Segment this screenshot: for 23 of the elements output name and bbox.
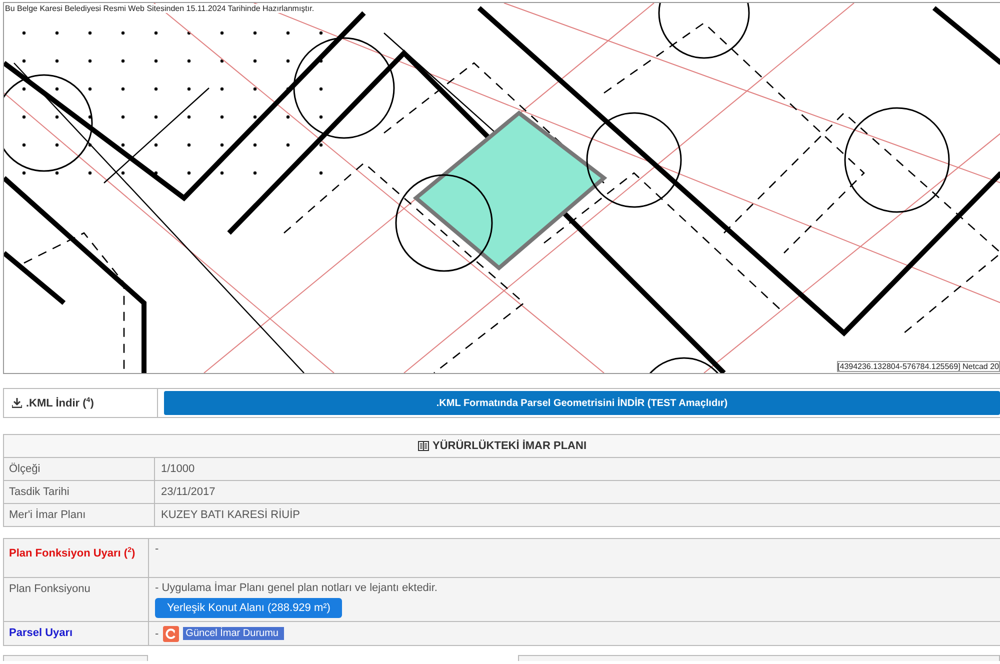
kml-download-label: .KML İndir ($^{4}$) — [26, 396, 94, 410]
map-header-note: Bu Belge Karesi Belediyesi Resmi Web Sitesinden 15.11.2024 Tarihinde Hazırlanmıştır. — [5, 4, 314, 13]
row-value: - Uygulama İmar Planı genel plan notları ve lejantı ektedir. — [155, 581, 438, 595]
download-icon — [12, 398, 22, 408]
map-coordinates-note: [4394236.132804-576784.125569] Netcad 20 — [836, 361, 1000, 372]
row-label: Parsel Uyarı — [4, 622, 149, 645]
refresh-icon — [162, 626, 179, 642]
row-label: Plan Fonksiyonu — [4, 578, 149, 621]
row-value: - — [155, 542, 159, 556]
book-icon — [418, 441, 428, 451]
row-value: KUZEY BATI KARESİ RİUİP — [160, 508, 300, 523]
kml-download-button[interactable]: .KML Formatında Parsel Geometrisini İNDİR (TEST Amaçlıdır) — [164, 391, 1000, 415]
row-label: Mer'i İmar Planı — [4, 504, 155, 526]
zone-area-button[interactable]: Yerleşik Konut Alanı (288.929 m²) — [155, 598, 342, 618]
row-value: - — [155, 626, 159, 640]
row-label: Plan Fonksiyon Uyarı ($^{2}$) — [4, 539, 149, 577]
row-label: Tasdik Tarihi — [4, 481, 155, 503]
selected-parcel-shape[interactable] — [412, 110, 608, 271]
current-zoning-link[interactable]: Güncel İmar Durumu — [182, 627, 284, 640]
row-value: 1/1000 — [160, 462, 195, 477]
row-label: Ölçeği — [4, 458, 155, 480]
row-value: 23/11/2017 — [160, 485, 216, 500]
plan-title: YÜRÜRLÜKTEKİ İMAR PLANI — [432, 440, 586, 452]
